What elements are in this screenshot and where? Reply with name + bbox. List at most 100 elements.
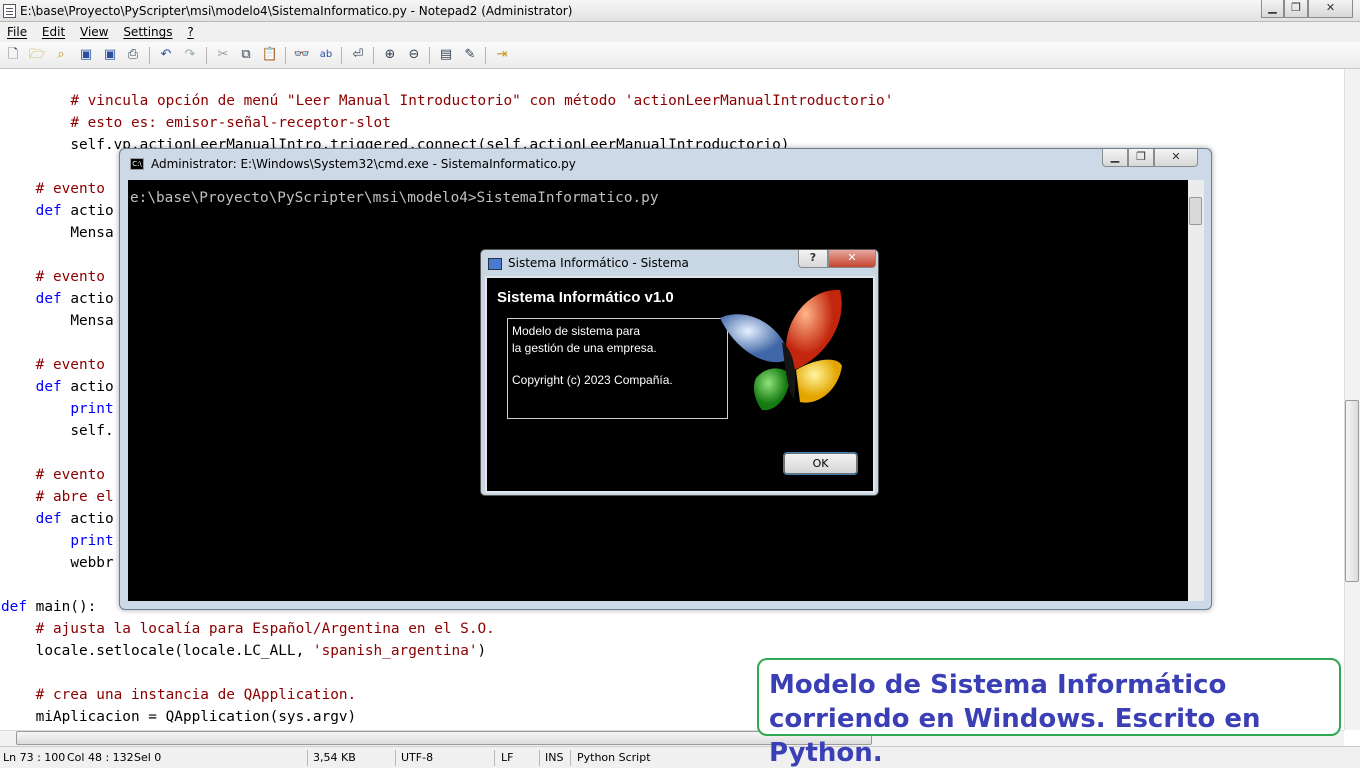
code-token: def [35,379,71,395]
caption-box: Modelo de Sistema Informático corriendo … [757,658,1341,768]
toolbar-separator [149,47,150,64]
restore-button[interactable]: ❐ [1284,0,1308,18]
code-token: # ajusta la localía para Español/Argenti… [35,621,495,637]
print-icon[interactable]: ⎙ [124,46,142,64]
butterfly-logo-icon [720,289,842,411]
menu-help[interactable]: ? [187,25,193,39]
minimize-button[interactable]: ▁ [1261,0,1284,18]
close-button[interactable]: ✕ [1308,0,1353,18]
code-line: # crea una instancia de QApplication. [1,684,357,706]
code-token: miAplicacion = QApplication(sys.argv) [35,709,357,725]
cut-icon[interactable]: ✂ [214,46,232,64]
new-icon[interactable]: 🗋 [4,46,22,64]
status-bar: Ln 73 : 100 Col 48 : 132 Sel 0 3,54 KB U… [0,746,1360,768]
toolbar-separator [429,47,430,64]
code-token: def [35,291,71,307]
code-token: # crea una instancia de QApplication. [35,687,357,703]
cmd-window-title: Administrator: E:\Windows\System32\cmd.e… [151,157,576,171]
code-line: webbr [1,552,114,574]
find-icon[interactable]: 👓 [293,46,311,64]
menu-settings[interactable]: Settings [123,25,172,39]
cmd-scroll-thumb[interactable] [1189,197,1202,225]
code-line: def actio [1,376,114,398]
code-token: # evento [35,269,105,285]
zoom-in-icon[interactable]: ⊕ [381,46,399,64]
cmd-restore-button[interactable]: ❐ [1128,149,1154,167]
redo-icon[interactable]: ↷ [181,46,199,64]
code-line: self. [1,420,114,442]
code-token: # evento [35,467,105,483]
status-separator [494,750,495,766]
zoom-out-icon[interactable]: ⊖ [405,46,423,64]
horizontal-scroll-thumb[interactable] [16,731,872,745]
code-line: # vincula opción de menú "Leer Manual In… [1,90,893,112]
code-line: # esto es: emisor-señal-receptor-slot [1,112,391,134]
toolbar-separator [341,47,342,64]
code-token: webbr [70,555,114,571]
status-ins[interactable]: INS [545,747,563,769]
status-file-size: 3,54 KB [313,751,356,764]
ok-button[interactable]: OK [783,452,858,475]
code-token: actio [70,379,114,395]
code-token: 'spanish_argentina' [312,643,478,659]
notepad-window-title: E:\base\Proyecto\PyScripter\msi\modelo4\… [20,4,573,18]
code-token: ) [477,643,487,659]
cmd-close-button[interactable]: ✕ [1154,149,1198,167]
dialog-line: Modelo de sistema para [512,324,641,338]
dialog-line: la gestión de una empresa. [512,341,657,355]
status-encoding[interactable]: UTF-8 [401,747,433,769]
replace-icon[interactable]: ab [317,46,335,64]
cmd-icon: C:\ [130,158,144,170]
code-line: miAplicacion = QApplication(sys.argv) [1,706,357,728]
save-icon[interactable]: ▣ [77,46,95,64]
wordwrap-icon[interactable]: ⏎ [349,46,367,64]
status-separator [539,750,540,766]
code-token: Mensa [70,225,114,241]
exit-icon[interactable]: ⇥ [493,46,511,64]
status-scheme[interactable]: Python Script [577,747,651,769]
cmd-vertical-scrollbar[interactable] [1188,180,1204,601]
status-separator [570,750,571,766]
code-line: Mensa [1,310,114,332]
copy-icon[interactable]: ⧉ [237,46,255,64]
undo-icon[interactable]: ↶ [157,46,175,64]
code-line: # evento [1,464,105,486]
toolbar-separator [285,47,286,64]
code-line: # abre el [1,486,114,508]
dialog-heading: Sistema Informático v1.0 [497,289,674,306]
code-token: # vincula opción de menú "Leer Manual In… [70,93,894,109]
status-eol[interactable]: LF [501,747,513,769]
code-token: # abre el [35,489,114,505]
paste-icon[interactable]: 📋 [261,46,279,64]
vertical-scroll-thumb[interactable] [1345,400,1359,582]
save-as-icon[interactable]: ▣ [101,46,119,64]
status-line: Ln 73 : 100 [3,751,66,764]
dialog-title: Sistema Informático - Sistema [508,256,689,270]
customize-icon[interactable]: ✎ [461,46,479,64]
code-line: def actio [1,288,114,310]
toolbar-separator [485,47,486,64]
dialog-close-button[interactable]: ✕ [828,250,876,268]
menu-edit[interactable]: Edit [42,25,65,39]
code-token: print [70,533,114,549]
code-token: self. [70,423,114,439]
code-line: # evento [1,354,105,376]
menu-file[interactable]: File [7,25,27,39]
code-line: print [1,530,114,552]
code-line: def actio [1,200,114,222]
notepad-title-bar: E:\base\Proyecto\PyScripter\msi\modelo4\… [0,0,1360,22]
dialog-line: Copyright (c) 2023 Compañía. [512,373,673,387]
code-line: # evento [1,178,105,200]
cmd-minimize-button[interactable]: ▁ [1102,149,1128,167]
browse-icon[interactable]: ⌕ [52,46,70,64]
code-line: # evento [1,266,105,288]
code-token: print [70,401,114,417]
code-token: Mensa [70,313,114,329]
dialog-help-button[interactable]: ? [798,250,828,268]
code-line: Mensa [1,222,114,244]
scheme-icon[interactable]: ▤ [437,46,455,64]
open-icon[interactable]: 🗁 [28,46,46,64]
menu-view[interactable]: View [80,25,108,39]
menu-bar: File Edit View Settings ? [0,22,1360,42]
toolbar: 🗋 🗁 ⌕ ▣ ▣ ⎙ ↶ ↷ ✂ ⧉ 📋 👓 ab ⏎ ⊕ ⊖ ▤ ✎ ⇥ [0,42,1360,69]
